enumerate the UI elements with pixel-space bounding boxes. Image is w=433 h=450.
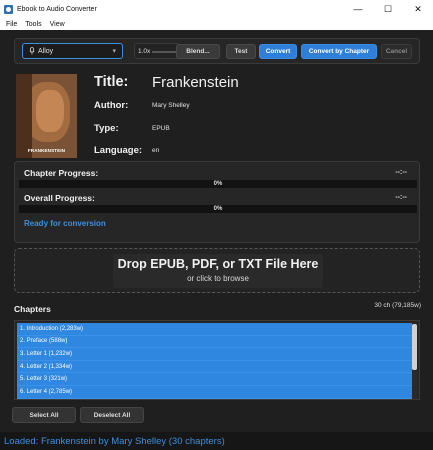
microphone-icon bbox=[29, 47, 35, 55]
speed-control[interactable]: 1.0x bbox=[134, 43, 180, 59]
deselect-all-button[interactable]: Deselect All bbox=[80, 407, 144, 423]
chapter-list-panel: 1. Introduction (2,283w) 2. Preface (588… bbox=[14, 320, 420, 400]
progress-card: Chapter Progress: --:-- 0% Overall Progr… bbox=[14, 161, 420, 243]
chapter-item[interactable]: 4. Letter 2 (1,334w) bbox=[17, 361, 412, 374]
book-cover: FRANKENSTEIN bbox=[16, 74, 77, 158]
type-label: Type: bbox=[94, 123, 119, 134]
blend-button[interactable]: Blend... bbox=[176, 44, 220, 59]
voice-select[interactable]: Alloy ▾ bbox=[22, 43, 123, 59]
chapter-progress-percent: 0% bbox=[213, 181, 223, 187]
overall-time: --:-- bbox=[395, 194, 407, 201]
menu-view[interactable]: View bbox=[50, 21, 65, 28]
chapter-item[interactable]: 2. Preface (588w) bbox=[17, 336, 412, 349]
chapter-list[interactable]: 1. Introduction (2,283w) 2. Preface (588… bbox=[17, 323, 412, 399]
book-info-card: FRANKENSTEIN Title: Frankenstein Author:… bbox=[14, 68, 420, 164]
window-titlebar: Ebook to Audio Converter — ☐ ✕ bbox=[0, 0, 433, 18]
convert-by-chapter-button[interactable]: Convert by Chapter bbox=[301, 44, 377, 59]
speed-value: 1.0x bbox=[138, 47, 151, 55]
cover-art-highlight bbox=[36, 90, 64, 132]
chapter-item[interactable]: 3. Letter 1 (1,232w) bbox=[17, 348, 412, 361]
language-label: Language: bbox=[94, 145, 143, 156]
chapter-progress-bar: 0% bbox=[19, 180, 417, 188]
file-drop-zone[interactable]: Drop EPUB, PDF, or TXT File Here or clic… bbox=[14, 248, 420, 293]
speed-slider[interactable] bbox=[152, 51, 178, 53]
chevron-down-icon: ▾ bbox=[112, 48, 116, 55]
cover-title: FRANKENSTEIN bbox=[27, 148, 66, 153]
select-all-button[interactable]: Select All bbox=[12, 407, 76, 423]
voice-value: Alloy bbox=[38, 47, 54, 55]
conversion-status: Ready for conversion bbox=[24, 219, 106, 228]
test-button[interactable]: Test bbox=[226, 44, 256, 59]
chapter-item[interactable]: 1. Introduction (2,283w) bbox=[17, 323, 412, 336]
drop-zone-title: Drop EPUB, PDF, or TXT File Here bbox=[117, 257, 319, 271]
chapters-header: Chapters bbox=[14, 304, 51, 314]
chapter-item[interactable]: 5. Letter 3 (321w) bbox=[17, 373, 412, 386]
chapter-time: --:-- bbox=[395, 169, 407, 176]
status-bar: Loaded: Frankenstein by Mary Shelley (30… bbox=[0, 432, 433, 450]
book-type: EPUB bbox=[152, 125, 170, 132]
convert-button[interactable]: Convert bbox=[259, 44, 297, 59]
menu-tools[interactable]: Tools bbox=[25, 21, 41, 28]
drop-zone-subtitle: or click to browse bbox=[187, 274, 249, 283]
chapter-progress-label: Chapter Progress: bbox=[24, 168, 99, 178]
close-button[interactable]: ✕ bbox=[403, 0, 433, 18]
overall-progress-percent: 0% bbox=[213, 206, 223, 212]
author-label: Author: bbox=[94, 100, 129, 111]
minimize-button[interactable]: — bbox=[343, 0, 373, 18]
toolbar: Alloy ▾ 1.0x Blend... Test Convert Conve… bbox=[14, 38, 420, 64]
book-language: en bbox=[152, 147, 160, 154]
chapter-item[interactable]: 6. Letter 4 (2,785w) bbox=[17, 386, 412, 399]
maximize-button[interactable]: ☐ bbox=[373, 0, 403, 18]
book-author: Mary Shelley bbox=[152, 102, 190, 109]
chapter-scroll-thumb[interactable] bbox=[412, 324, 417, 370]
chapter-scrollbar[interactable] bbox=[412, 323, 417, 399]
menu-file[interactable]: File bbox=[6, 21, 17, 28]
chapters-count: 30 ch (79,185w) bbox=[374, 302, 421, 309]
window-title: Ebook to Audio Converter bbox=[17, 5, 97, 13]
app-icon bbox=[4, 4, 13, 14]
book-title: Frankenstein bbox=[152, 74, 239, 91]
overall-progress-label: Overall Progress: bbox=[24, 193, 95, 203]
cover-art-shade bbox=[16, 74, 32, 158]
title-label: Title: bbox=[94, 74, 129, 90]
cancel-button[interactable]: Cancel bbox=[381, 44, 412, 59]
menu-bar: File Tools View bbox=[0, 18, 433, 30]
overall-progress-bar: 0% bbox=[19, 205, 417, 213]
